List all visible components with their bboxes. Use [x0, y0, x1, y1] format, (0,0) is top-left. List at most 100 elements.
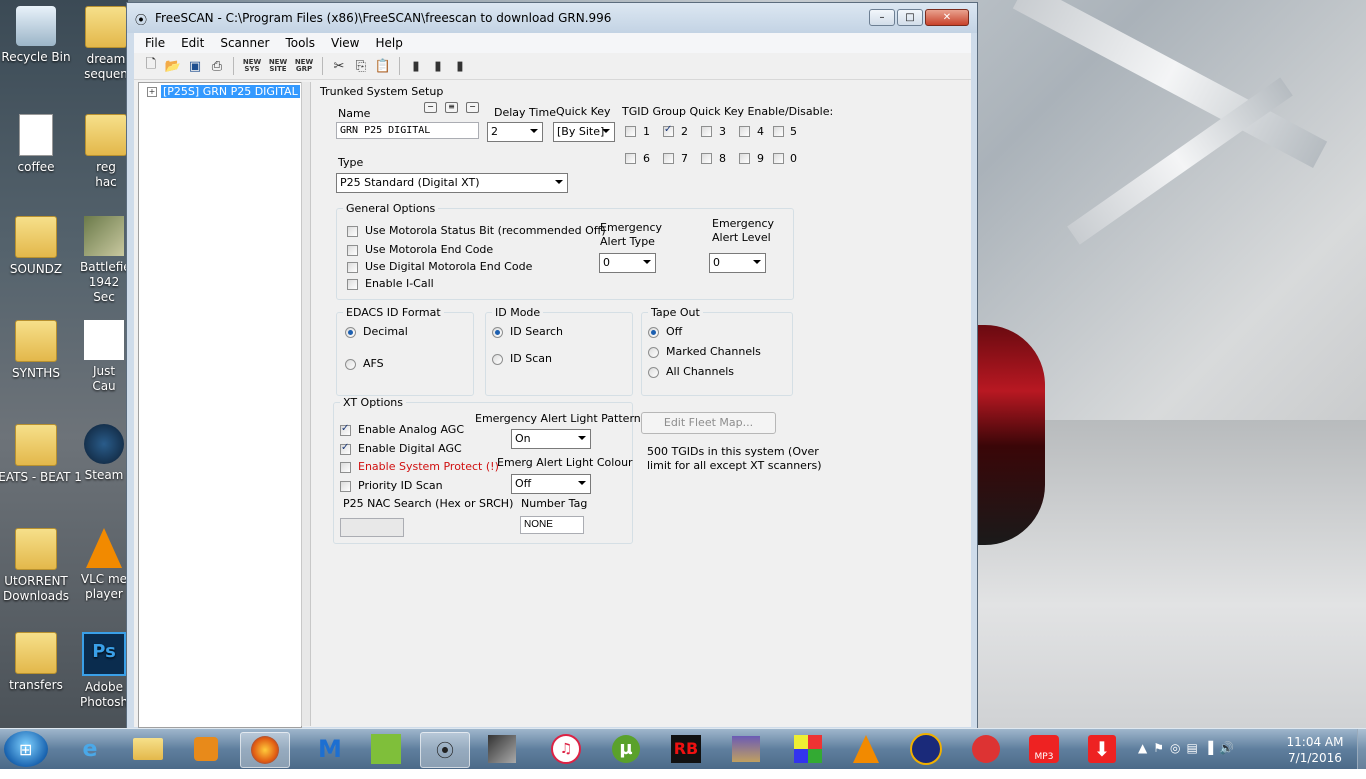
minecraft-icon[interactable]: [362, 732, 410, 766]
tgid-key-5-checkbox[interactable]: [773, 126, 784, 137]
digital-end-code-checkbox[interactable]: [347, 262, 358, 273]
align-left-icon[interactable]: −: [424, 102, 437, 113]
print-icon[interactable]: ⎙: [208, 57, 226, 75]
status-bit-checkbox[interactable]: [347, 226, 358, 237]
tgid-key-9-checkbox[interactable]: [739, 153, 750, 164]
tgid-key-7-checkbox[interactable]: [663, 153, 674, 164]
volume-icon[interactable]: 🔊: [1219, 741, 1234, 755]
rb-icon[interactable]: RB: [662, 732, 710, 766]
new-group-button[interactable]: NEW GRP: [293, 57, 315, 75]
new-system-button[interactable]: NEW SYS: [241, 57, 263, 75]
tgid-key-6-checkbox[interactable]: [625, 153, 636, 164]
delay-time-select[interactable]: 2: [487, 122, 543, 142]
desktop-icon-utorrent-downloads[interactable]: UtORRENT Downloads: [0, 528, 82, 604]
network-icon[interactable]: ▐: [1204, 741, 1213, 755]
puzzle-icon[interactable]: [784, 732, 832, 766]
end-code-checkbox[interactable]: [347, 245, 358, 256]
tgid-key-2-checkbox[interactable]: [663, 124, 674, 137]
tree-node-system[interactable]: + [P25S] GRN P25 DIGITAL: [147, 85, 300, 98]
freescan-icon[interactable]: ⦿: [420, 732, 470, 768]
ccleaner-icon[interactable]: [962, 732, 1010, 766]
explorer-icon[interactable]: [124, 732, 172, 766]
close-button[interactable]: ✕: [925, 9, 969, 26]
align-right-icon[interactable]: −: [466, 102, 479, 113]
title-bar[interactable]: ⦿ FreeSCAN - C:\Program Files (x86)\Free…: [127, 3, 977, 33]
analog-agc-checkbox[interactable]: [340, 423, 351, 436]
firefox-icon[interactable]: [240, 732, 290, 768]
menu-help[interactable]: Help: [369, 36, 412, 50]
tape-marked-radio[interactable]: [648, 347, 659, 358]
scanner-read-icon[interactable]: ▮: [407, 57, 425, 75]
menu-scanner[interactable]: Scanner: [213, 36, 278, 50]
light-colour-select[interactable]: Off: [511, 474, 591, 494]
alert-type-select[interactable]: 0: [599, 253, 656, 273]
nac-search-field[interactable]: [340, 518, 404, 537]
utorrent-icon[interactable]: µ: [602, 732, 650, 766]
menu-edit[interactable]: Edit: [174, 36, 213, 50]
desktop-icon-just-cause[interactable]: Just Cau: [80, 320, 128, 394]
maximize-button[interactable]: □: [897, 9, 923, 26]
align-center-icon[interactable]: ≡: [445, 102, 458, 113]
action-center-icon[interactable]: ⚑: [1153, 741, 1164, 755]
save-icon[interactable]: ▣: [186, 57, 204, 75]
desktop-icon-synths[interactable]: SYNTHS: [0, 320, 82, 381]
edacs-decimal-radio[interactable]: [345, 327, 356, 338]
tgid-key-3-checkbox[interactable]: [701, 126, 712, 137]
desktop-icon-coffee[interactable]: coffee: [0, 114, 82, 175]
pane-splitter[interactable]: [301, 82, 311, 726]
minimize-button[interactable]: –: [869, 9, 895, 26]
desktop-icon-photoshop[interactable]: Ps Adobe Photosh: [80, 632, 128, 710]
light-pattern-select[interactable]: On: [511, 429, 591, 449]
desktop-icon-steam[interactable]: Steam: [80, 424, 128, 483]
start-button[interactable]: ⊞: [4, 731, 48, 767]
edit-fleet-map-button[interactable]: Edit Fleet Map...: [641, 412, 776, 434]
scanner-write-icon[interactable]: ▮: [429, 57, 447, 75]
malwarebytes-icon[interactable]: M: [306, 732, 354, 766]
id-search-radio[interactable]: [492, 327, 503, 338]
app-icon[interactable]: [478, 732, 526, 766]
tape-all-radio[interactable]: [648, 367, 659, 378]
mp3-icon[interactable]: MP3: [1020, 732, 1068, 766]
desktop-icon-beats[interactable]: BEATS - BEAT 1: [0, 424, 82, 485]
number-tag-field[interactable]: NONE: [520, 516, 584, 534]
tree-expand-icon[interactable]: +: [147, 86, 157, 97]
name-field[interactable]: GRN P25 DIGITAL: [336, 122, 479, 139]
tape-off-radio[interactable]: [648, 327, 659, 338]
open-folder-icon[interactable]: 📂: [164, 57, 182, 75]
show-desktop-button[interactable]: [1357, 729, 1366, 769]
menu-view[interactable]: View: [324, 36, 368, 50]
tgid-key-1-checkbox[interactable]: [625, 126, 636, 137]
paste-icon[interactable]: 📋: [374, 57, 392, 75]
quick-key-select[interactable]: [By Site]: [553, 122, 615, 142]
tree-node-label[interactable]: [P25S] GRN P25 DIGITAL: [161, 85, 300, 98]
desktop-icon-soundz[interactable]: SOUNDZ: [0, 216, 82, 277]
digital-agc-checkbox[interactable]: [340, 442, 351, 455]
desktop-icon-battlefield[interactable]: Battlefie 1942 Sec: [80, 216, 128, 305]
antivirus-icon[interactable]: ◎: [1170, 741, 1180, 755]
priority-id-scan-checkbox[interactable]: [340, 481, 351, 492]
media-player-icon[interactable]: [182, 732, 230, 766]
vlc-icon[interactable]: [842, 732, 890, 766]
ie-icon[interactable]: e: [66, 732, 114, 766]
desktop-icon-transfers[interactable]: transfers: [0, 632, 82, 693]
desktop-icon-reg-hac[interactable]: reg hac: [84, 114, 128, 190]
usb-icon[interactable]: ▤: [1186, 741, 1197, 755]
tgid-key-0-checkbox[interactable]: [773, 153, 784, 164]
tgid-key-4-checkbox[interactable]: [739, 126, 750, 137]
copy-icon[interactable]: ⎘: [352, 57, 370, 75]
scanner-control-icon[interactable]: ▮: [451, 57, 469, 75]
cut-icon[interactable]: ✂: [330, 57, 348, 75]
alert-level-select[interactable]: 0: [709, 253, 766, 273]
taskbar-clock[interactable]: 11:04 AM 7/1/2016: [1280, 734, 1350, 766]
winrar-icon[interactable]: [722, 732, 770, 766]
headphones-icon[interactable]: [902, 732, 950, 766]
tray-expand-icon[interactable]: ▲: [1138, 741, 1147, 755]
itunes-icon[interactable]: ♫: [542, 732, 590, 766]
edacs-afs-radio[interactable]: [345, 359, 356, 370]
new-site-button[interactable]: NEW SITE: [267, 57, 289, 75]
menu-file[interactable]: File: [138, 36, 174, 50]
new-file-icon[interactable]: 🗋: [142, 57, 160, 75]
desktop-icon-recycle-bin[interactable]: Recycle Bin: [0, 6, 82, 65]
menu-tools[interactable]: Tools: [278, 36, 324, 50]
id-scan-radio[interactable]: [492, 354, 503, 365]
